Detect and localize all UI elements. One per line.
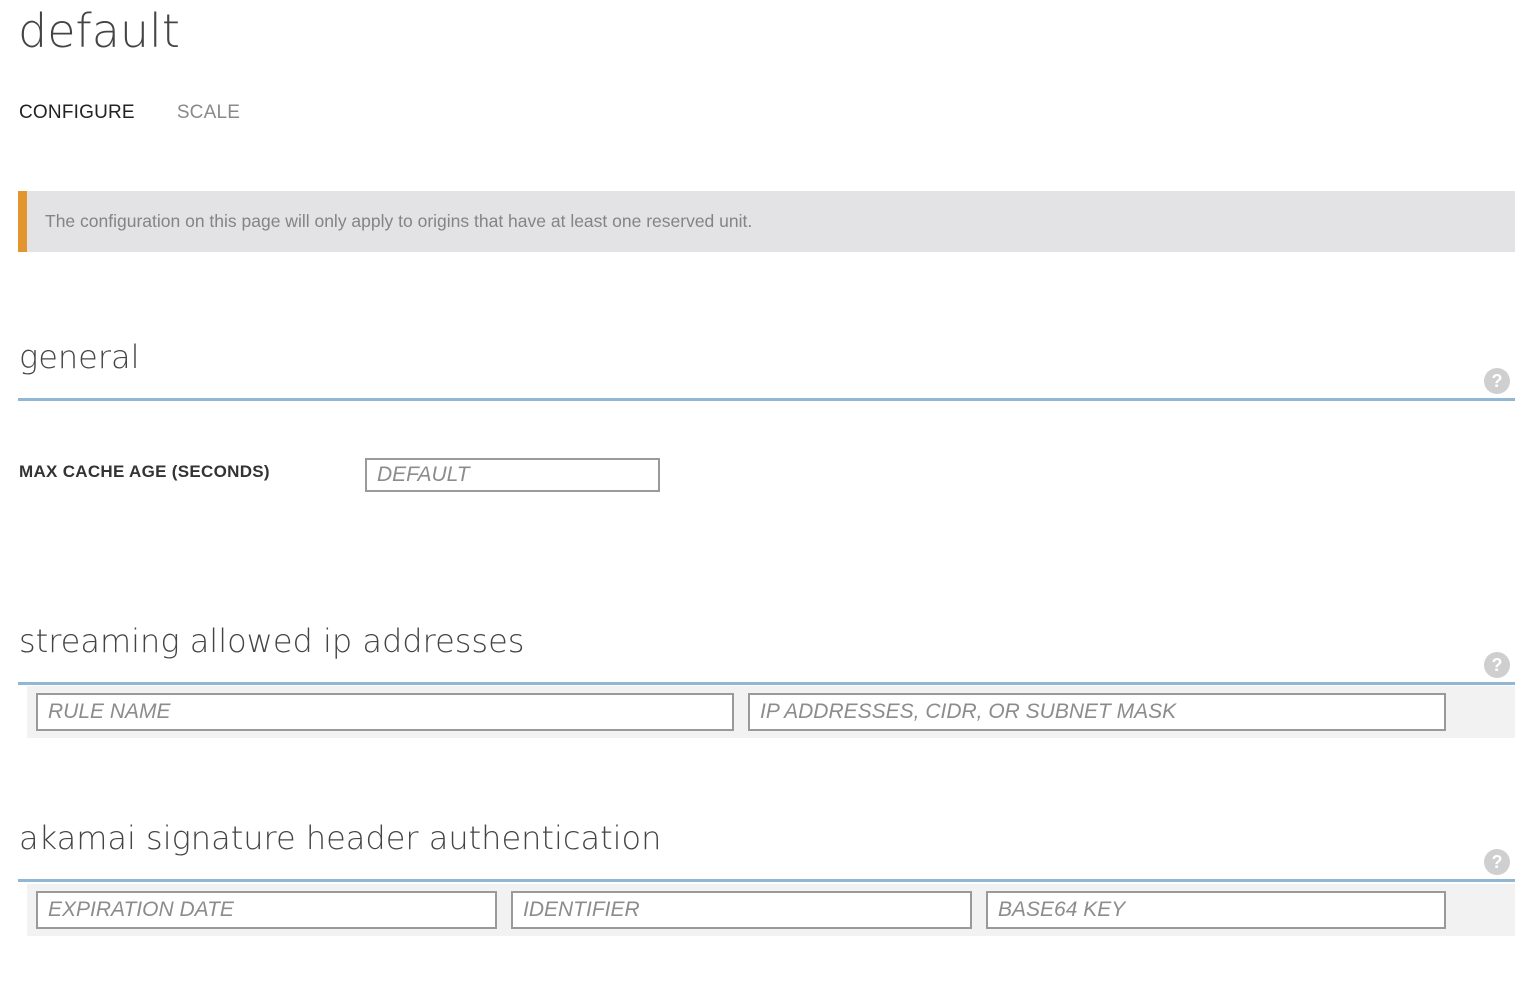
ip-address-input[interactable]: [748, 693, 1446, 731]
section-title-akamai: akamai signature header authentication: [19, 819, 662, 857]
notice-banner: The configuration on this page will only…: [18, 191, 1515, 252]
tab-bar: CONFIGURE SCALE: [19, 102, 240, 124]
identifier-input[interactable]: [511, 891, 972, 929]
notice-text: The configuration on this page will only…: [45, 211, 753, 231]
rule-name-input[interactable]: [36, 693, 734, 731]
max-cache-age-input[interactable]: [365, 458, 660, 492]
question-icon[interactable]: ?: [1484, 368, 1510, 394]
section-divider-streaming-ip: [18, 682, 1515, 685]
question-icon[interactable]: ?: [1484, 849, 1510, 875]
page-title: default: [18, 4, 180, 58]
base64-key-input[interactable]: [986, 891, 1446, 929]
page: default CONFIGURE SCALE The configuratio…: [0, 0, 1533, 982]
tab-scale[interactable]: SCALE: [177, 102, 240, 124]
tab-configure[interactable]: CONFIGURE: [19, 102, 135, 124]
expiration-date-input[interactable]: [36, 891, 497, 929]
section-divider-akamai: [18, 879, 1515, 882]
section-title-general: general: [19, 338, 140, 376]
section-title-streaming-ip: streaming allowed ip addresses: [19, 622, 525, 660]
section-divider-general: [18, 398, 1515, 401]
question-icon[interactable]: ?: [1484, 652, 1510, 678]
max-cache-age-label: MAX CACHE AGE (SECONDS): [19, 462, 270, 481]
